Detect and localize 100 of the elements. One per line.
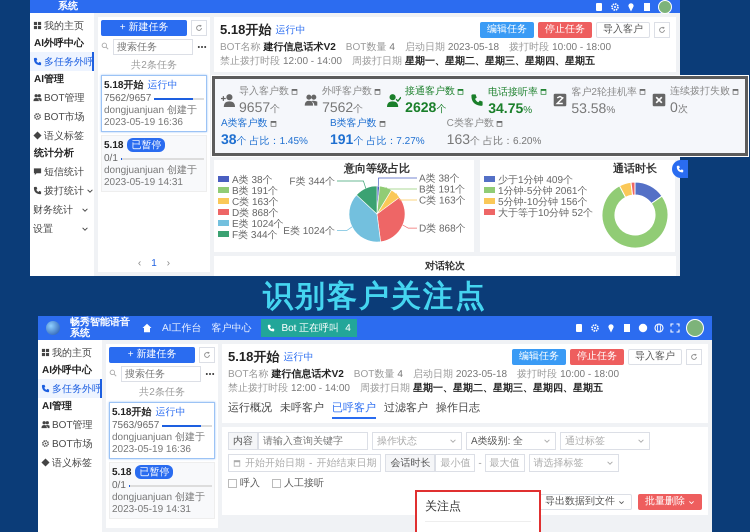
task-creator: dongjuanjuan 创建于 2023-05-19 16:36 (104, 105, 198, 129)
stat-label: 客户2轮挂机率 (571, 86, 637, 98)
chart-title: 对话轮次 (425, 260, 465, 273)
stat-label: C类客户数 (446, 116, 494, 130)
task-creator: dongjuanjuan 创建于 2023-05-19 14:31 (112, 492, 206, 516)
status-tag: 运行中 (147, 78, 178, 92)
chart-title: 意向等级占比 (344, 163, 410, 175)
info-value: 12:00 - 14:00 (283, 56, 342, 68)
task-creator: dongjuanjuan 创建于 2023-05-19 16:36 (112, 432, 206, 456)
app-title: 畅秀智能语音系统 (70, 317, 131, 339)
stat-label: 接通客户数 (405, 84, 456, 98)
info-label: 拨打时段 (517, 369, 558, 381)
legend-item: 少于1分钟 409个 (484, 175, 574, 186)
stat-value: 0次 (670, 99, 689, 116)
progress-count: 7563/9657 (112, 420, 160, 431)
info-label: BOT数量 (346, 42, 386, 54)
popup-title: 关注点 (425, 498, 461, 515)
status-label: 运行中 (275, 24, 306, 37)
info-value: 星期一、星期二、星期三、星期四、星期五 (404, 56, 595, 68)
info-label: BOT数量 (354, 369, 394, 381)
legend-item: D类 868个 (218, 208, 279, 219)
field-label: 内容 (228, 432, 258, 450)
data-label: B类 191个 (419, 184, 466, 196)
legend-label: E类 1024个 (232, 218, 284, 230)
legend-item: A类 38个 (218, 175, 273, 186)
info-label: 启动日期 (412, 369, 453, 381)
info-label: 禁止拨打时段 (228, 383, 288, 395)
legend-label: 5分钟-10分钟 156个 (498, 196, 588, 208)
task-name: 5.18 (104, 140, 124, 150)
legend-label: 大于等于10分钟 52个 (498, 207, 594, 219)
legend-label: C类 163个 (232, 196, 279, 208)
stat-value: 34.75% (488, 100, 534, 116)
info-value: 建行信息话术V2 (264, 42, 336, 54)
stat-label: B类客户数 (330, 116, 377, 130)
task-name: 5.18 (112, 466, 132, 478)
task-title: 5.18开始 (228, 348, 280, 366)
sidebar-group-label: AI管理 (33, 72, 65, 87)
info-value: 4 (389, 42, 395, 54)
sidebar-group-label: AI管理 (41, 400, 73, 414)
legend-label: A类 38个 (232, 174, 273, 186)
legend-item: 1分钟-5分钟 2061个 (484, 186, 588, 197)
stat-label: A类客户数 (221, 116, 268, 130)
task-name: 5.18开始 (112, 406, 152, 419)
data-label: A类 38个 (419, 174, 460, 185)
legend-item: 大于等于10分钟 52个 (484, 208, 594, 219)
progress-count: 0/1 (112, 480, 126, 491)
stat-value: 38个 占比：1.45% (221, 131, 308, 148)
info-label: 禁止拨打时段 (220, 56, 280, 68)
stat-value: 53.58% (571, 100, 616, 116)
info-value: 星期一、星期二、星期三、星期四、星期五 (412, 383, 603, 395)
legend-item: C类 163个 (218, 197, 279, 208)
data-label: F类 344个 (289, 176, 335, 188)
progress-count: 7562/9657 (104, 93, 152, 104)
legend-label: F类 344个 (232, 229, 278, 241)
info-value: 4 (397, 369, 403, 381)
task-count: 共2条任务 (138, 386, 186, 399)
stat-label: 外呼客户数 (322, 84, 372, 98)
sidebar-group-label: AI外呼中心 (33, 36, 85, 51)
info-label: 周拨打日期 (360, 383, 410, 395)
task-creator: dongjuanjuan 创建于 2023-05-19 14:31 (104, 165, 198, 189)
task-name: 5.18开始 (104, 78, 144, 92)
data-label: E类 1024个 (283, 226, 335, 237)
stat-label: 连续拨打失败 (670, 84, 730, 98)
chart-title: 通话时长 (613, 163, 657, 175)
legend-label: D类 868个 (232, 207, 279, 219)
stat-label: 导入客户数 (239, 84, 289, 98)
range-separator: - (477, 458, 483, 468)
status-tag: 已暂停 (127, 138, 166, 152)
task-title: 5.18开始 (220, 21, 272, 39)
field-label: 会话时长 (385, 454, 436, 472)
info-value: 12:00 - 14:00 (291, 383, 350, 395)
sidebar-group-label: 统计分析 (32, 146, 75, 161)
app-title: 系统 (57, 1, 78, 12)
sidebar-group-label: AI外呼中心 (41, 363, 93, 378)
stat-value: 2628个 (405, 99, 448, 116)
legend-item: E类 1024个 (218, 219, 284, 230)
info-value: 建行信息话术V2 (272, 369, 344, 381)
legend-label: 少于1分钟 409个 (498, 174, 574, 186)
stat-value: 9657个 (239, 99, 282, 116)
info-label: 启动日期 (404, 42, 445, 54)
info-value: 10:00 - 18:00 (560, 369, 620, 381)
status-tag: 运行中 (155, 405, 186, 419)
stat-label: 电话接听率 (488, 86, 538, 98)
stat-value: 191个 占比：7.27% (330, 131, 425, 148)
stat-value: 7562个 (322, 99, 364, 116)
progress-count: 0/1 (104, 153, 118, 164)
status-label: 运行中 (283, 350, 314, 364)
info-label: BOT名称 (220, 42, 261, 54)
status-tag: 已暂停 (135, 465, 174, 479)
info-value: 2023-05-18 (456, 369, 508, 381)
stat-value: 163个 占比：6.20% (446, 131, 542, 148)
info-value: 2023-05-18 (448, 42, 500, 54)
legend-label: B类 191个 (232, 185, 278, 197)
task-count: 共2条任务 (130, 58, 178, 72)
legend-item: B类 191个 (218, 186, 278, 197)
legend-label: 1分钟-5分钟 2061个 (498, 185, 588, 197)
info-value: 10:00 - 18:00 (552, 42, 612, 54)
legend-item: 5分钟-10分钟 156个 (484, 197, 588, 208)
info-label: 周拨打日期 (352, 56, 402, 68)
data-label: C类 163个 (419, 196, 466, 207)
